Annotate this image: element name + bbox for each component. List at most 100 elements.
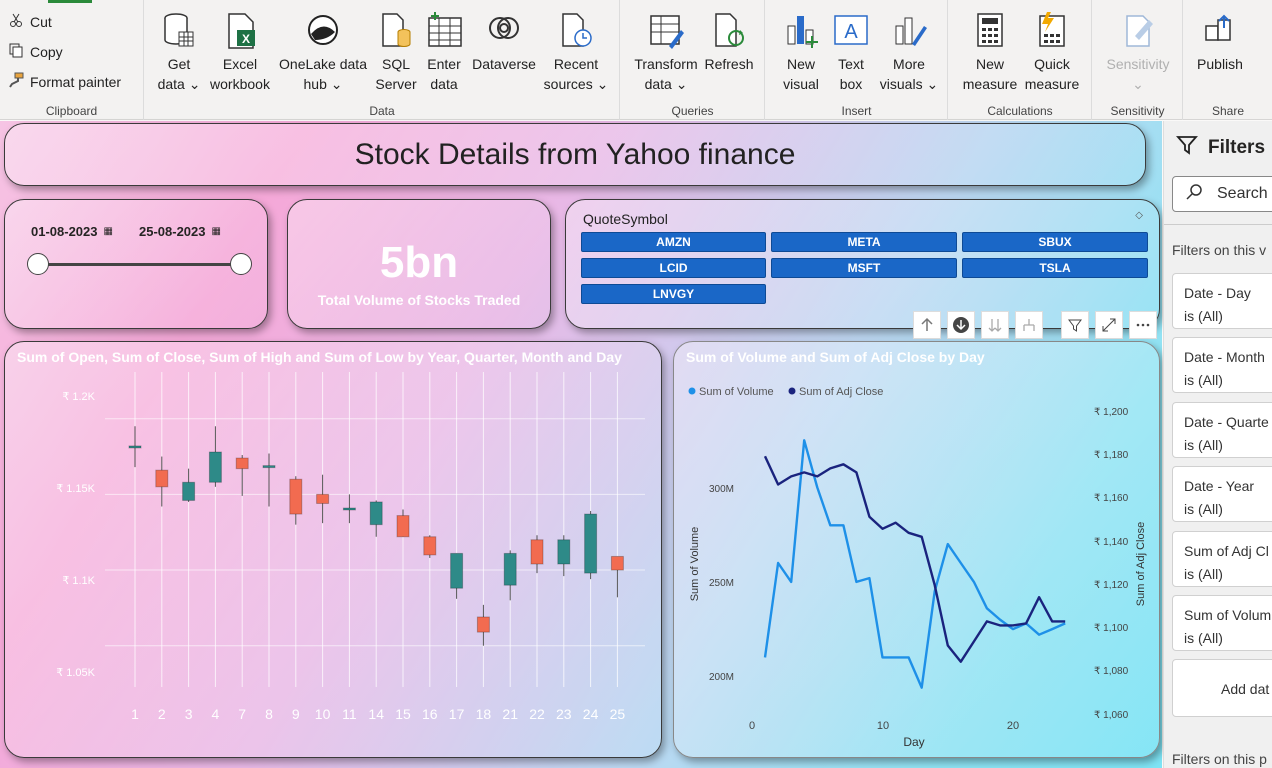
ribbon: Cut Copy Format painter Clipboard Get da… <box>0 0 1272 120</box>
line-plot: Sum of Volume Sum of Adj Close 300M 250M… <box>688 386 1147 749</box>
line-chart-card[interactable]: Sum of Volume and Sum of Adj Close by Da… <box>673 341 1160 758</box>
calendar-icon: ▦ <box>103 226 113 237</box>
date-slider-end-handle[interactable] <box>230 253 252 275</box>
more-visuals-button[interactable]: More visuals ⌄ <box>876 12 942 94</box>
y-right-tick: ₹ 1,100 <box>1094 623 1129 634</box>
refresh-button[interactable]: Refresh <box>701 12 757 74</box>
format-painter-label: Format painter <box>30 73 122 90</box>
sql-l2: Server <box>375 76 417 92</box>
add-data-fields-drop[interactable]: Add dat <box>1172 659 1272 717</box>
symbol-slicer-card[interactable]: QuoteSymbol ◇ AMZN META SBUX LCID MSFT T… <box>565 199 1160 329</box>
filter-icon[interactable] <box>1061 311 1089 339</box>
filter-card-volume[interactable]: Sum of Volum is (All) <box>1172 595 1272 651</box>
filters-title: Filters <box>1208 136 1266 158</box>
text-box-button[interactable]: A Text box <box>826 12 876 94</box>
filter-card-date-year[interactable]: Date - Year is (All) <box>1172 466 1272 522</box>
new-measure-l2: measure <box>962 76 1018 92</box>
onelake-l1: OneLake data <box>279 56 367 72</box>
filters-on-page-label: Filters on this p <box>1172 751 1267 767</box>
y-tick-label: ₹ 1.15K <box>56 483 95 495</box>
add-data-label: Add dat <box>1221 681 1270 697</box>
format-painter-button[interactable]: Format painter <box>8 72 121 91</box>
sql-server-button[interactable]: SQL Server <box>371 12 421 94</box>
filter-card-date-month[interactable]: Date - Month is (All) <box>1172 337 1272 393</box>
filter-card-adj-close[interactable]: Sum of Adj Cl is (All) <box>1172 531 1272 587</box>
svg-text:A: A <box>844 21 858 43</box>
candle-body <box>155 469 169 488</box>
filter-search-input[interactable]: Search <box>1172 176 1272 212</box>
date-slider-track <box>39 263 243 266</box>
start-date-value: 01-08-2023 <box>31 224 98 239</box>
y-right-tick: ₹ 1,160 <box>1094 493 1129 504</box>
recent-sources-button[interactable]: Recent sources ⌄ <box>541 12 611 94</box>
candle-body <box>289 478 303 515</box>
share-group: Publish Share <box>1184 0 1272 120</box>
filter-name: Date - Year <box>1184 478 1255 494</box>
excel-workbook-button[interactable]: X Excel workbook <box>205 12 275 94</box>
copy-button[interactable]: Copy <box>8 42 63 61</box>
transform-data-button[interactable]: Transform data ⌄ <box>631 12 701 94</box>
focus-mode-icon[interactable] <box>1095 311 1123 339</box>
kpi-card[interactable]: 5bn Total Volume of Stocks Traded <box>287 199 551 329</box>
candle-body <box>450 552 464 589</box>
new-visual-button[interactable]: New visual <box>776 12 826 94</box>
date-slider-start-handle[interactable] <box>27 253 49 275</box>
get-data-l1: Get <box>167 56 191 72</box>
data-group: Get data ⌄ X Excel workbook OneLake data… <box>145 0 620 120</box>
symbol-chip-lnvgy[interactable]: LNVGY <box>581 284 766 304</box>
end-date[interactable]: 25-08-2023 ▦ <box>139 224 221 239</box>
x-axis-label: Day <box>903 735 924 749</box>
more-options-icon[interactable] <box>1129 311 1157 339</box>
candle-body <box>476 616 490 633</box>
legend-adjclose-marker <box>788 387 796 395</box>
end-date-value: 25-08-2023 <box>139 224 206 239</box>
candle-body <box>342 507 356 511</box>
title-card[interactable]: Stock Details from Yahoo finance <box>4 123 1146 186</box>
clipboard-group: Cut Copy Format painter Clipboard <box>0 0 144 120</box>
sensitivity-button[interactable]: Sensitivity ⌄ <box>1099 12 1177 94</box>
drill-up-icon[interactable] <box>913 311 941 339</box>
candlestick-chart-card[interactable]: Sum of Open, Sum of Close, Sum of High a… <box>4 341 662 758</box>
hierarchy-icon[interactable] <box>1015 311 1043 339</box>
filter-state: is (All) <box>1184 630 1223 646</box>
cut-button[interactable]: Cut <box>8 12 52 31</box>
eraser-icon[interactable]: ◇ <box>1135 210 1143 221</box>
series-line-adj-close <box>763 455 1066 663</box>
dataverse-button[interactable]: Dataverse <box>467 12 541 74</box>
symbol-chip-lcid[interactable]: LCID <box>581 258 766 278</box>
expand-next-level-icon[interactable] <box>981 311 1009 339</box>
start-date[interactable]: 01-08-2023 ▦ <box>31 224 113 239</box>
date-slicer-card[interactable]: 01-08-2023 ▦ 25-08-2023 ▦ <box>4 199 268 329</box>
candle-body <box>396 515 410 538</box>
symbol-chip-meta[interactable]: META <box>771 232 957 252</box>
filter-state: is (All) <box>1184 501 1223 517</box>
x-tick-label: 16 <box>422 706 438 722</box>
publish-button[interactable]: Publish <box>1192 12 1248 74</box>
filter-card-date-day[interactable]: Date - Day is (All) <box>1172 273 1272 329</box>
transform-icon <box>631 12 701 50</box>
x-tick-label: 15 <box>395 706 411 722</box>
quick-measure-l2: measure <box>1024 76 1080 92</box>
y-tick-label: ₹ 1.2K <box>62 391 95 403</box>
new-measure-button[interactable]: New measure <box>959 12 1021 94</box>
onelake-hub-button[interactable]: OneLake data hub ⌄ <box>275 12 371 94</box>
x-tick: 10 <box>877 720 889 732</box>
quick-measure-button[interactable]: Quick measure <box>1021 12 1083 94</box>
symbol-chip-tsla[interactable]: TSLA <box>962 258 1148 278</box>
database-icon <box>153 12 205 50</box>
drill-down-icon[interactable] <box>947 311 975 339</box>
x-tick-label: 10 <box>315 706 331 722</box>
candle-body <box>584 513 598 574</box>
enter-data-button[interactable]: Enter data <box>421 12 467 94</box>
bar-chart-icon <box>776 12 826 50</box>
kpi-label: Total Volume of Stocks Traded <box>317 292 521 308</box>
get-data-button[interactable]: Get data ⌄ <box>153 12 205 94</box>
symbol-chip-amzn[interactable]: AMZN <box>581 232 766 252</box>
x-tick-label: 24 <box>583 706 599 722</box>
legend-volume-label: Sum of Volume <box>699 386 774 398</box>
text-box-icon: A <box>826 12 876 50</box>
symbol-chip-sbux[interactable]: SBUX <box>962 232 1148 252</box>
symbol-chip-msft[interactable]: MSFT <box>771 258 957 278</box>
filter-card-date-quarter[interactable]: Date - Quarte is (All) <box>1172 402 1272 458</box>
more-visuals-icon <box>876 12 942 50</box>
